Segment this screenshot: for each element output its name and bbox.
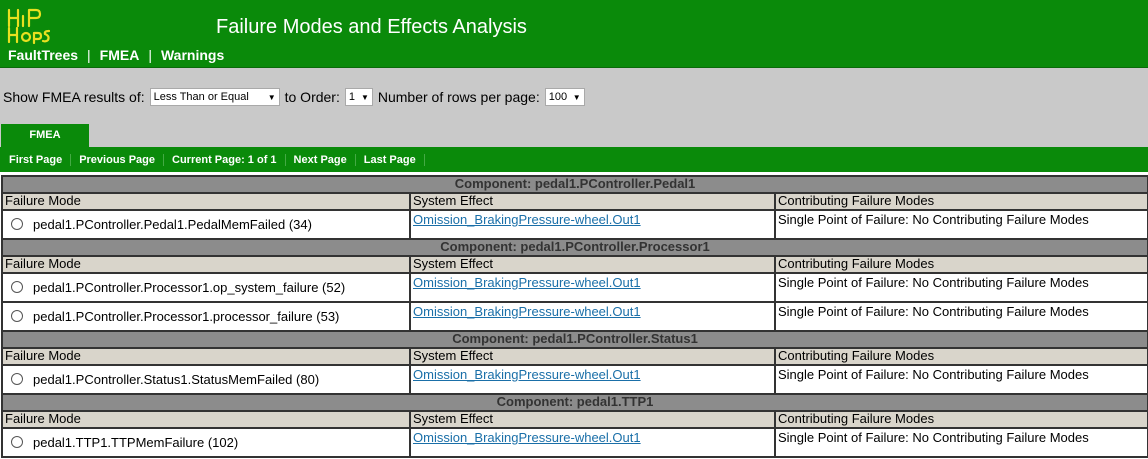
column-header-row: Failure Mode System Effect Contributing Fa…: [1, 347, 1148, 366]
table-row: pedal1.PController.Processor1.processor_…: [1, 301, 1148, 332]
failure-mode-option: pedal1.TTP1.TTPMemFailure (102): [5, 429, 407, 455]
tab-strip: FMEA: [0, 124, 1148, 147]
filter-select-value: Less Than or Equal: [153, 91, 249, 103]
contributing-cell: Single Point of Failure: No Contributing…: [773, 209, 1148, 240]
component-row: Component: pedal1.TTP1: [0, 393, 1148, 412]
failure-mode-cell: pedal1.PController.Processor1.op_system_…: [1, 272, 411, 303]
next-page-link[interactable]: Next Page: [286, 153, 356, 166]
show-results-label: Show FMEA results of:: [3, 89, 145, 105]
failure-mode-header: Failure Mode: [1, 192, 411, 211]
contributing-cell: Single Point of Failure: No Contributing…: [773, 272, 1148, 303]
failure-mode-option: pedal1.PController.Processor1.op_system_…: [5, 274, 407, 300]
system-effect-link[interactable]: Omission_BrakingPressure-wheel.Out1: [413, 304, 641, 319]
chevron-down-icon: ▼: [267, 92, 276, 102]
system-effect-cell: Omission_BrakingPressure-wheel.Out1: [409, 364, 776, 395]
system-effect-header: System Effect: [409, 347, 776, 366]
failure-mode-radio[interactable]: [11, 310, 23, 322]
failure-mode-option: pedal1.PController.Pedal1.PedalMemFailed…: [5, 211, 407, 237]
chevron-down-icon: ▼: [572, 92, 581, 102]
nav-fmea[interactable]: FMEA: [100, 47, 140, 63]
contributing-cell: Single Point of Failure: No Contributing…: [773, 301, 1148, 332]
system-effect-link[interactable]: Omission_BrakingPressure-wheel.Out1: [413, 275, 641, 290]
component-row: Component: pedal1.PController.Status1: [0, 330, 1148, 349]
failure-mode-label: pedal1.PController.Processor1.op_system_…: [33, 279, 346, 295]
failure-mode-cell: pedal1.PController.Pedal1.PedalMemFailed…: [1, 209, 411, 240]
column-header-row: Failure Mode System Effect Contributing Fa…: [1, 192, 1148, 211]
first-page-link[interactable]: First Page: [1, 153, 72, 166]
fmea-table: Component: pedal1.PController.Pedal1 Fail…: [0, 175, 1148, 458]
failure-mode-header: Failure Mode: [1, 255, 411, 274]
failure-mode-cell: pedal1.PController.Processor1.processor_…: [1, 301, 411, 332]
system-effect-cell: Omission_BrakingPressure-wheel.Out1: [409, 209, 776, 240]
contributing-header: Contributing Failure Modes: [773, 347, 1148, 366]
tab-fmea[interactable]: FMEA: [1, 124, 89, 147]
order-label: to Order:: [284, 89, 340, 105]
nav-faulttrees[interactable]: FaultTrees: [8, 47, 78, 63]
failure-mode-header: Failure Mode: [1, 410, 411, 429]
failure-mode-cell: pedal1.TTP1.TTPMemFailure (102): [1, 427, 411, 458]
rows-select-value: 100: [548, 91, 568, 103]
app-header: Failure Modes and Effects Analysis Fault…: [0, 0, 1148, 68]
component-title: Component: pedal1.PController.Status1: [0, 330, 1148, 349]
system-effect-link[interactable]: Omission_BrakingPressure-wheel.Out1: [413, 367, 641, 382]
nav-separator: |: [87, 47, 91, 63]
system-effect-header: System Effect: [409, 410, 776, 429]
rows-per-page-select[interactable]: 100 ▼: [544, 88, 585, 106]
failure-mode-label: pedal1.PController.Processor1.processor_…: [33, 308, 340, 324]
nav-separator: |: [148, 47, 152, 63]
failure-mode-label: pedal1.PController.Status1.StatusMemFail…: [33, 371, 320, 387]
contributing-header: Contributing Failure Modes: [773, 410, 1148, 429]
current-page-indicator: Current Page: 1 of 1: [164, 153, 286, 166]
table-row: pedal1.PController.Status1.StatusMemFail…: [1, 364, 1148, 395]
nav-warnings[interactable]: Warnings: [161, 47, 224, 63]
order-select[interactable]: 1 ▼: [344, 88, 373, 106]
failure-mode-header: Failure Mode: [1, 347, 411, 366]
contributing-header: Contributing Failure Modes: [773, 255, 1148, 274]
failure-mode-option: pedal1.PController.Processor1.processor_…: [5, 303, 407, 329]
options-bar: Show FMEA results of: Less Than or Equal…: [0, 68, 1148, 124]
main-nav: FaultTrees | FMEA | Warnings: [8, 47, 224, 63]
system-effect-cell: Omission_BrakingPressure-wheel.Out1: [409, 427, 776, 458]
contributing-header: Contributing Failure Modes: [773, 192, 1148, 211]
failure-mode-radio[interactable]: [11, 218, 23, 230]
failure-mode-radio[interactable]: [11, 436, 23, 448]
hip-hops-logo: [7, 8, 51, 44]
rows-per-page-label: Number of rows per page:: [377, 89, 540, 105]
failure-mode-cell: pedal1.PController.Status1.StatusMemFail…: [1, 364, 411, 395]
component-title: Component: pedal1.PController.Processor1: [0, 238, 1148, 257]
order-select-value: 1: [348, 91, 355, 103]
previous-page-link[interactable]: Previous Page: [71, 153, 165, 166]
system-effect-header: System Effect: [409, 255, 776, 274]
failure-mode-label: pedal1.TTP1.TTPMemFailure (102): [33, 434, 239, 450]
table-row: pedal1.TTP1.TTPMemFailure (102) Omission_…: [1, 427, 1148, 458]
table-row: pedal1.PController.Processor1.op_system_…: [1, 272, 1148, 303]
system-effect-header: System Effect: [409, 192, 776, 211]
chevron-down-icon: ▼: [360, 92, 369, 102]
component-title: Component: pedal1.PController.Pedal1: [0, 175, 1148, 194]
page-title: Failure Modes and Effects Analysis: [216, 16, 527, 38]
component-row: Component: pedal1.PController.Pedal1: [0, 175, 1148, 194]
column-header-row: Failure Mode System Effect Contributing Fa…: [1, 255, 1148, 274]
last-page-link[interactable]: Last Page: [356, 153, 425, 166]
table-row: pedal1.PController.Pedal1.PedalMemFailed…: [1, 209, 1148, 240]
component-row: Component: pedal1.PController.Processor1: [0, 238, 1148, 257]
pager: First Page Previous Page Current Page: 1…: [0, 147, 1148, 172]
failure-mode-radio[interactable]: [11, 373, 23, 385]
failure-mode-radio[interactable]: [11, 281, 23, 293]
contributing-cell: Single Point of Failure: No Contributing…: [773, 427, 1148, 458]
contributing-cell: Single Point of Failure: No Contributing…: [773, 364, 1148, 395]
failure-mode-option: pedal1.PController.Status1.StatusMemFail…: [5, 366, 407, 392]
system-effect-cell: Omission_BrakingPressure-wheel.Out1: [409, 272, 776, 303]
system-effect-link[interactable]: Omission_BrakingPressure-wheel.Out1: [413, 430, 641, 445]
component-title: Component: pedal1.TTP1: [0, 393, 1148, 412]
system-effect-link[interactable]: Omission_BrakingPressure-wheel.Out1: [413, 212, 641, 227]
failure-mode-label: pedal1.PController.Pedal1.PedalMemFailed…: [33, 216, 312, 232]
filter-select[interactable]: Less Than or Equal ▼: [149, 88, 280, 106]
column-header-row: Failure Mode System Effect Contributing Fa…: [1, 410, 1148, 429]
system-effect-cell: Omission_BrakingPressure-wheel.Out1: [409, 301, 776, 332]
fmea-results: Component: pedal1.PController.Pedal1 Fail…: [0, 172, 1148, 459]
